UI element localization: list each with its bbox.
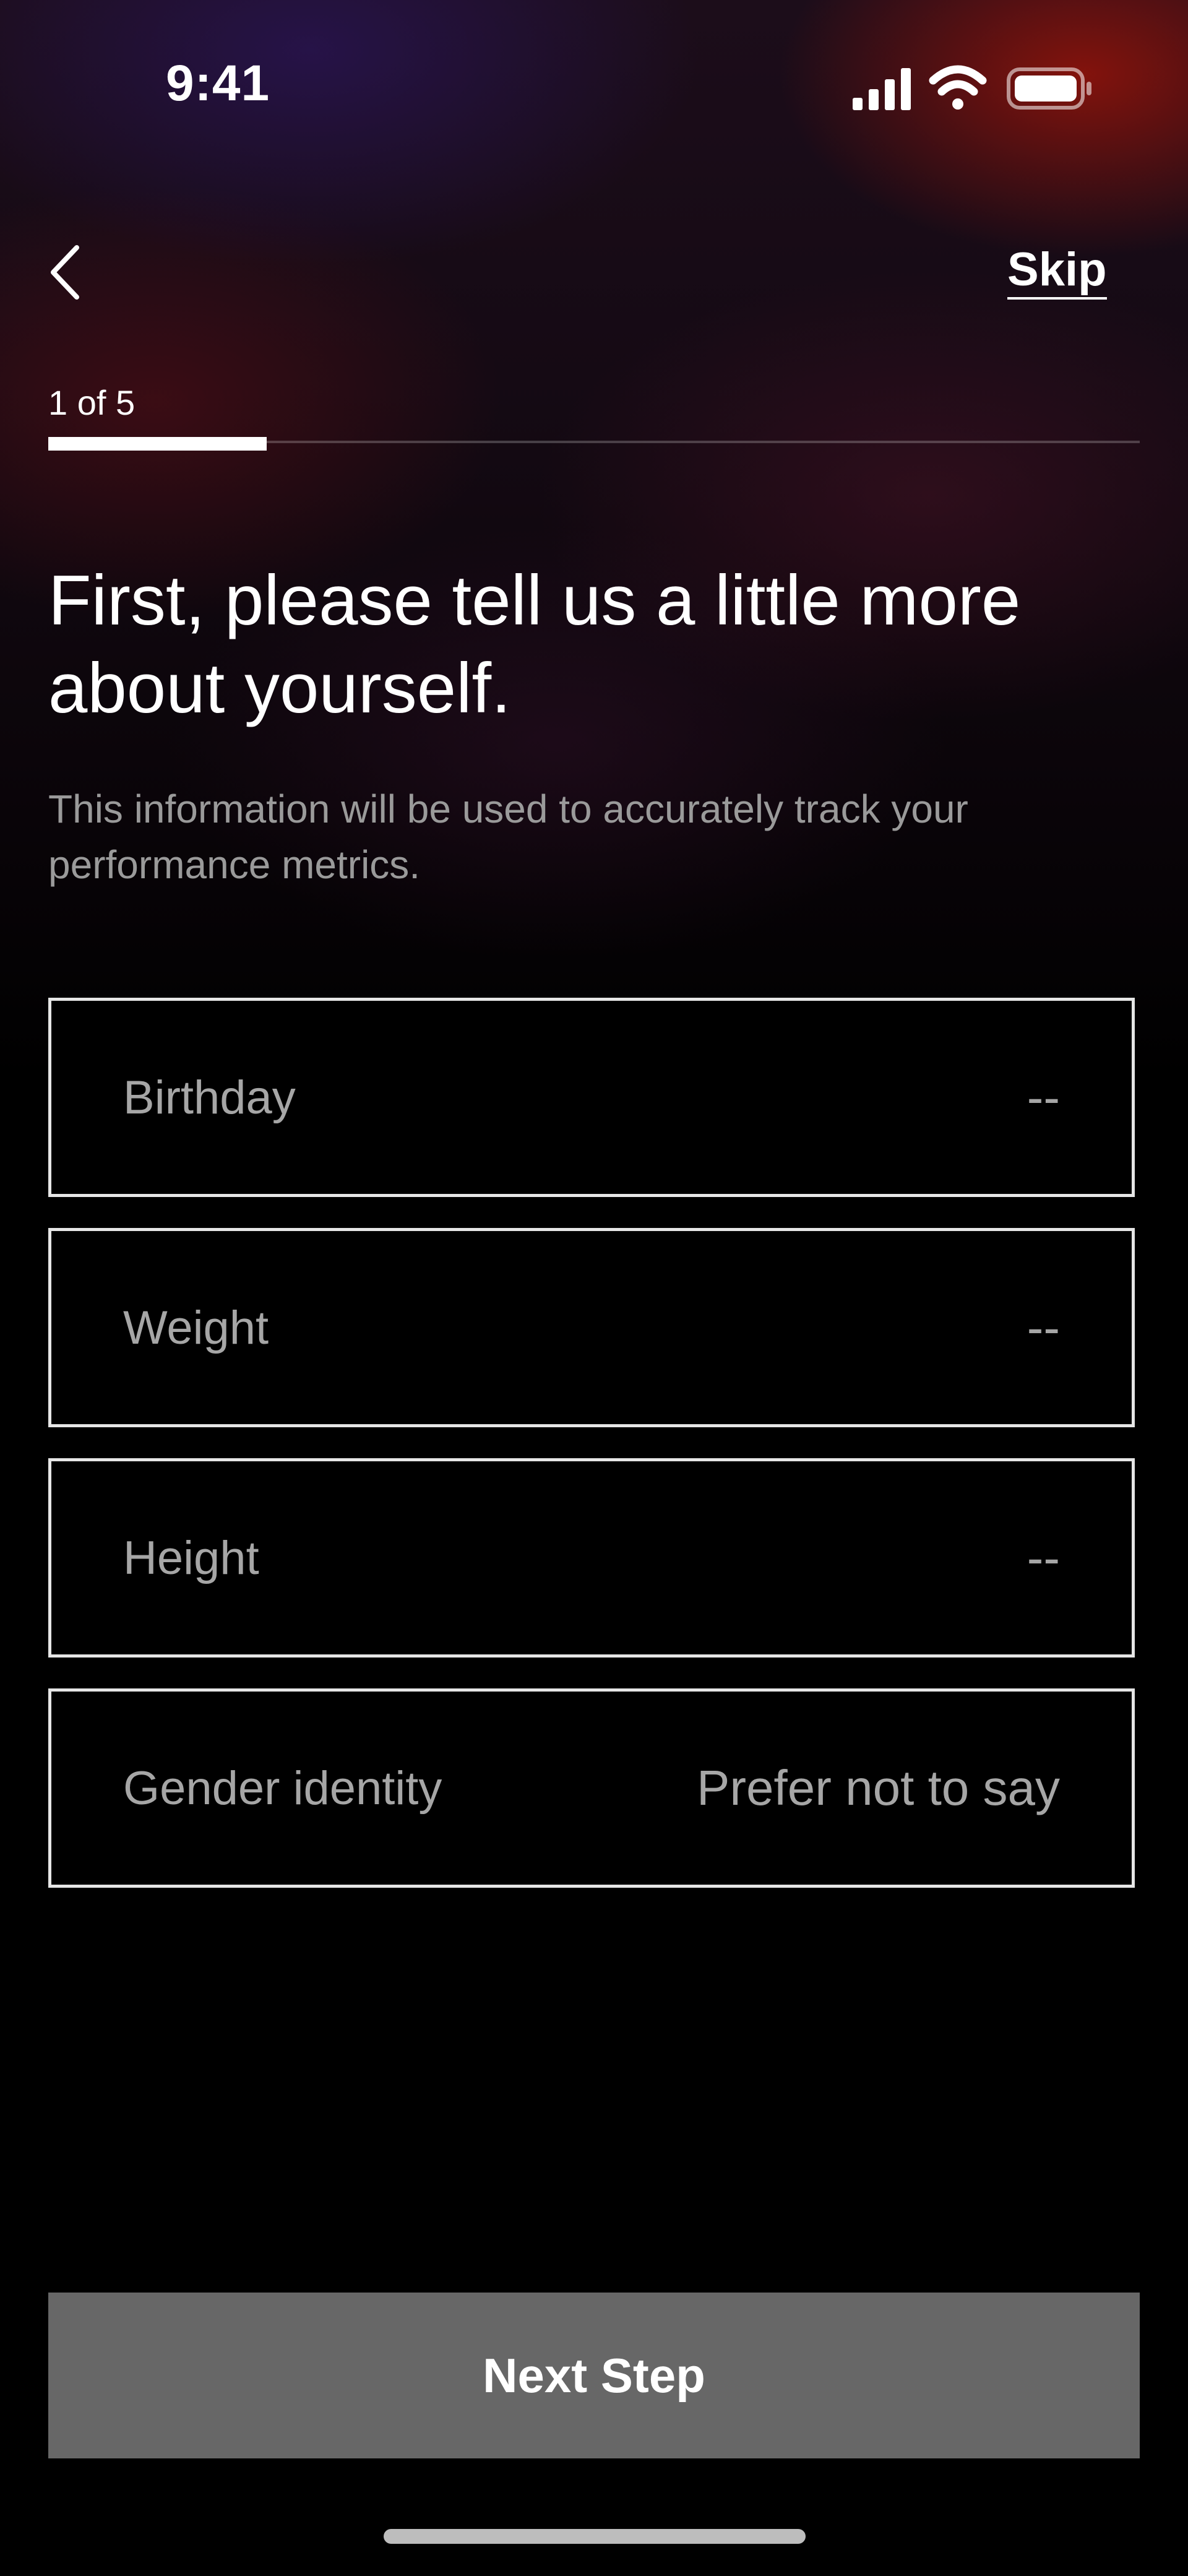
onboarding-screen: 9:41 Skip 1 of 5 First, please tell us a… <box>0 0 1188 2576</box>
field-value: -- <box>1027 1070 1060 1125</box>
wifi-icon <box>929 65 987 110</box>
step-counter: 1 of 5 <box>48 383 136 422</box>
field-label: Gender identity <box>123 1761 442 1815</box>
field-label: Birthday <box>123 1071 296 1124</box>
skip-button[interactable]: Skip <box>1007 243 1107 300</box>
gradient-background <box>0 0 1188 1083</box>
gender-identity-field[interactable]: Gender identity Prefer not to say <box>48 1688 1135 1888</box>
weight-field[interactable]: Weight -- <box>48 1228 1135 1427</box>
home-indicator <box>384 2529 806 2544</box>
birthday-field[interactable]: Birthday -- <box>48 998 1135 1197</box>
cellular-signal-icon <box>853 68 911 110</box>
field-value: Prefer not to say <box>697 1760 1060 1815</box>
page-description: This information will be used to accurat… <box>48 787 968 887</box>
field-label: Height <box>123 1531 259 1584</box>
status-time: 9:41 <box>166 55 270 111</box>
battery-icon <box>1007 67 1091 110</box>
field-value: -- <box>1027 1530 1060 1585</box>
progress-fill <box>48 437 267 451</box>
chevron-left-icon <box>51 245 79 300</box>
status-icons <box>853 65 1091 110</box>
field-value: -- <box>1027 1300 1060 1355</box>
back-button[interactable] <box>45 241 94 303</box>
page-title: First, please tell us a little more abou… <box>48 561 1021 728</box>
field-label: Weight <box>123 1301 269 1354</box>
height-field[interactable]: Height -- <box>48 1458 1135 1658</box>
next-step-button[interactable]: Next Step <box>48 2293 1140 2458</box>
